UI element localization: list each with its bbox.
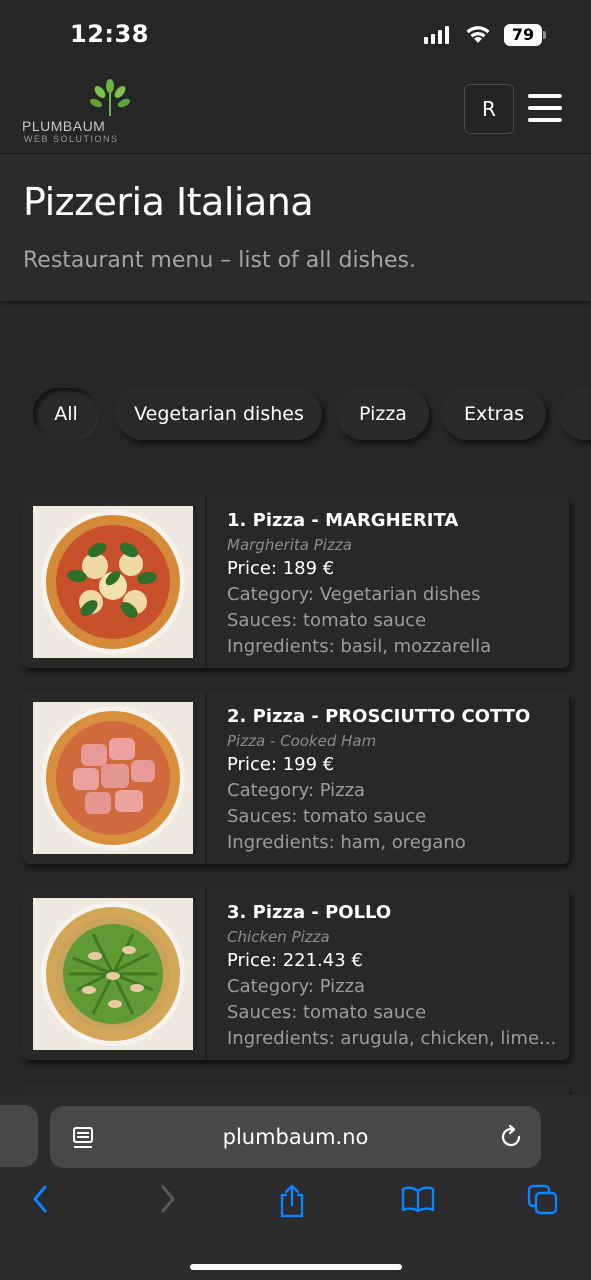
dish-sauces: Sauces: tomato sauce: [227, 806, 427, 827]
tree-leaves-icon: [89, 79, 131, 116]
page-subtitle: Restaurant menu – list of all dishes.: [23, 248, 416, 273]
share-icon[interactable]: [277, 1183, 307, 1219]
plumbaum-logo[interactable]: PLUMBAUM WEB SOLUTIONS: [22, 78, 132, 144]
chicken-pizza-image: [33, 898, 193, 1050]
browser-bar: plumbaum.no: [0, 1095, 591, 1280]
ham-pizza-image: [33, 702, 193, 854]
dish-price: Price: 189 €: [227, 558, 335, 579]
dish-title: 1. Pizza - MARGHERITA: [227, 510, 459, 531]
filter-chip-overflow[interactable]: [560, 388, 591, 440]
filter-chip-vegetarian[interactable]: Vegetarian dishes: [116, 388, 322, 440]
dish-ingredients: Ingredients: basil, mozzarella: [227, 636, 492, 657]
dish-sauces: Sauces: tomato sauce: [227, 1002, 427, 1023]
logo-name: PLUMBAUM: [22, 118, 106, 134]
dish-title: 2. Pizza - PROSCIUTTO COTTO: [227, 706, 531, 727]
dish-ingredients: Ingredients: arugula, chicken, lime...: [227, 1028, 557, 1049]
url-text: plumbaum.no: [222, 1125, 369, 1149]
filter-chip-extras[interactable]: Extras: [442, 388, 546, 440]
hamburger-menu-icon[interactable]: [528, 94, 564, 124]
card-divider: [205, 692, 207, 864]
dish-category: Category: Pizza: [227, 780, 366, 801]
status-time: 12:38: [70, 20, 149, 48]
dish-details: 3. Pizza - POLLO Chicken Pizza Price: 22…: [227, 900, 561, 1052]
page-hero: Pizzeria Italiana Restaurant menu – list…: [0, 154, 591, 302]
previous-tab-preview[interactable]: [0, 1105, 38, 1167]
dish-sauces: Sauces: tomato sauce: [227, 610, 427, 631]
dish-card[interactable]: 3. Pizza - POLLO Chicken Pizza Price: 22…: [23, 888, 569, 1060]
page-title: Pizzeria Italiana: [23, 180, 314, 224]
home-indicator: [190, 1264, 402, 1270]
filter-chip-pizza[interactable]: Pizza: [337, 388, 429, 440]
card-divider: [205, 496, 207, 668]
card-divider: [205, 888, 207, 1060]
reload-icon[interactable]: [498, 1124, 524, 1150]
filter-chip-all[interactable]: All: [33, 388, 99, 440]
battery-tip: [543, 31, 546, 39]
dish-title: 3. Pizza - POLLO: [227, 902, 392, 923]
user-account-button[interactable]: R: [464, 84, 514, 134]
address-bar[interactable]: plumbaum.no: [50, 1106, 541, 1168]
category-filters: All Vegetarian dishes Pizza Extras: [0, 388, 591, 444]
cellular-signal-icon: [424, 26, 449, 44]
dish-category: Category: Vegetarian dishes: [227, 584, 481, 605]
dish-ingredients: Ingredients: ham, oregano: [227, 832, 466, 853]
site-header: PLUMBAUM WEB SOLUTIONS R: [0, 70, 591, 154]
bookmarks-icon[interactable]: [400, 1183, 436, 1215]
dish-subtitle: Pizza - Cooked Ham: [227, 732, 377, 750]
dish-subtitle: Margherita Pizza: [227, 536, 352, 554]
margherita-pizza-image: [33, 506, 193, 658]
dish-card[interactable]: 2. Pizza - PROSCIUTTO COTTO Pizza - Cook…: [23, 692, 569, 864]
dish-details: 2. Pizza - PROSCIUTTO COTTO Pizza - Cook…: [227, 704, 561, 856]
battery-indicator: 79: [504, 24, 542, 46]
dish-price: Price: 199 €: [227, 754, 335, 775]
dish-price: Price: 221.43 €: [227, 950, 363, 971]
status-bar: 12:38 79: [0, 0, 591, 70]
dish-category: Category: Pizza: [227, 976, 366, 997]
dish-details: 1. Pizza - MARGHERITA Margherita Pizza P…: [227, 508, 561, 660]
back-icon[interactable]: [28, 1183, 52, 1215]
dish-subtitle: Chicken Pizza: [227, 928, 330, 946]
tabs-icon[interactable]: [526, 1183, 560, 1217]
logo-subtitle: WEB SOLUTIONS: [24, 134, 119, 144]
dish-card[interactable]: 1. Pizza - MARGHERITA Margherita Pizza P…: [23, 496, 569, 668]
wifi-icon: [464, 22, 492, 48]
forward-icon[interactable]: [156, 1183, 180, 1215]
browser-toolbar: [0, 1183, 591, 1223]
